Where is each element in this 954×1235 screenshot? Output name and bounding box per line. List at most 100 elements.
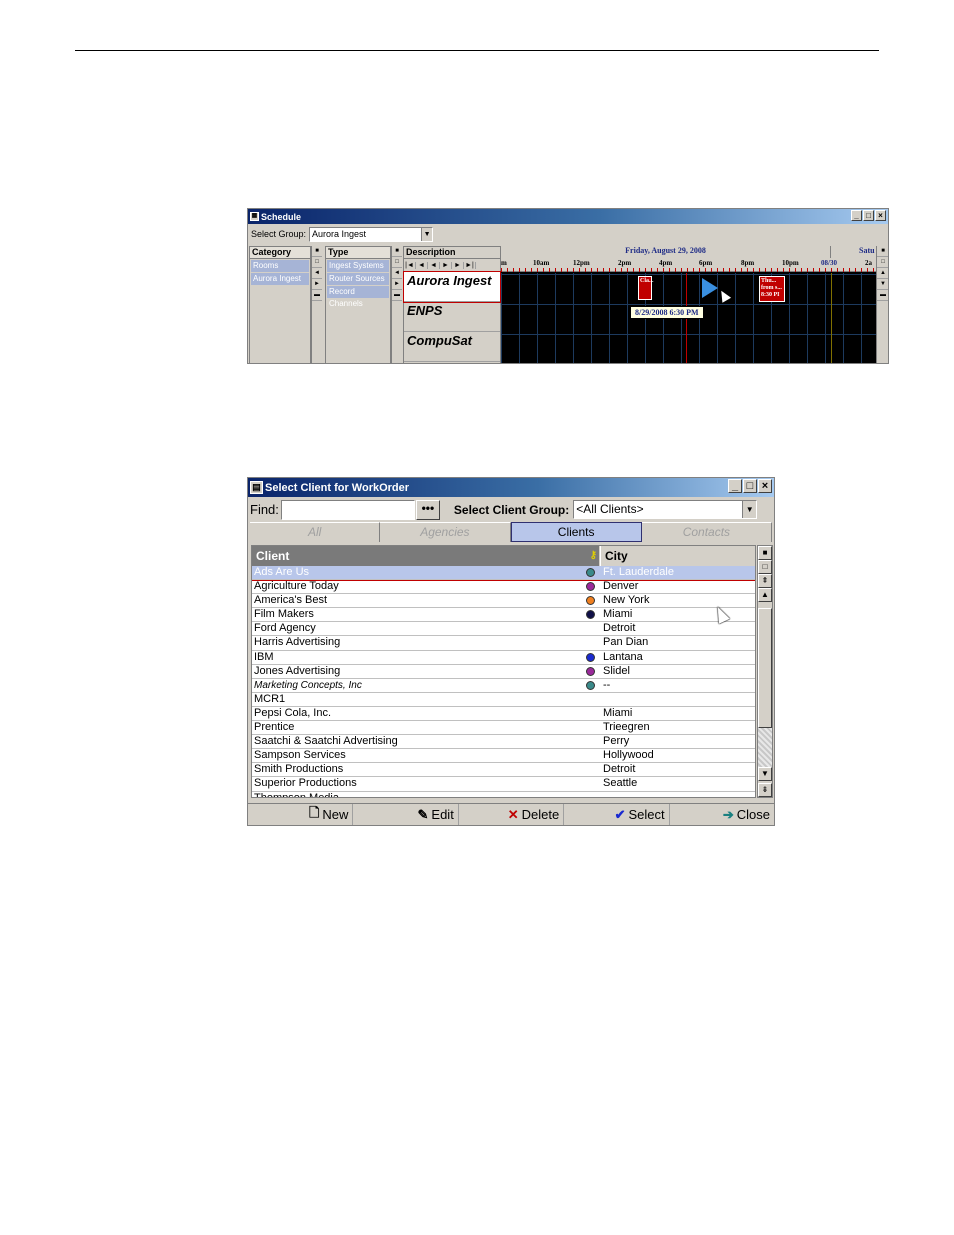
table-row[interactable]: MCR1 bbox=[252, 693, 755, 707]
table-row[interactable]: IBM Lantana bbox=[252, 651, 755, 665]
status-cell bbox=[584, 665, 600, 678]
play-icon[interactable] bbox=[702, 278, 718, 298]
scroll-up-icon[interactable]: ◄ bbox=[312, 268, 322, 279]
scroll-up-icon[interactable]: ▲ bbox=[877, 268, 888, 279]
tick-label: 10am bbox=[533, 259, 550, 267]
maximize-button[interactable]: □ bbox=[743, 479, 757, 493]
scroll-end-icon[interactable]: ▬ bbox=[312, 290, 322, 301]
tab-clients[interactable]: Clients bbox=[510, 522, 642, 542]
timeline[interactable]: Friday, August 29, 2008 Satu m 10am 12pm… bbox=[501, 246, 876, 363]
edit-button[interactable]: ✎ Edit bbox=[353, 804, 459, 825]
minimize-button[interactable]: _ bbox=[728, 479, 742, 493]
scroll-track[interactable] bbox=[758, 728, 772, 768]
category-item[interactable]: Rooms bbox=[251, 260, 309, 272]
client-titlebar[interactable]: ▤ Select Client for WorkOrder _ □ × bbox=[248, 478, 774, 497]
scroll-top-icon[interactable]: ■ bbox=[392, 246, 402, 257]
schedule-event[interactable]: Thu... from s... 8:30 PI bbox=[759, 276, 785, 302]
tick-label: 8pm bbox=[741, 259, 755, 267]
find-input[interactable] bbox=[280, 499, 415, 520]
chevron-down-icon[interactable]: ▼ bbox=[742, 501, 757, 518]
nav-first-icon[interactable]: |◄ bbox=[404, 261, 416, 269]
table-row[interactable]: Superior Productions Seattle bbox=[252, 777, 755, 792]
table-row[interactable]: Ford Agency Detroit bbox=[252, 622, 755, 637]
resource-row[interactable]: CompuSat bbox=[404, 332, 500, 362]
delete-button[interactable]: ✕ Delete bbox=[459, 804, 565, 825]
status-cell bbox=[584, 763, 600, 776]
nav-prev-icon[interactable]: ◄ bbox=[428, 261, 440, 269]
scroll-top-icon[interactable]: ■ bbox=[758, 546, 772, 560]
nav-next-icon[interactable]: ► bbox=[440, 261, 452, 269]
select-button[interactable]: ✔ Select bbox=[564, 804, 670, 825]
table-row[interactable]: Agriculture Today Denver bbox=[252, 580, 755, 595]
scroll-top-icon[interactable]: ■ bbox=[312, 246, 322, 257]
table-row[interactable]: Film Makers Miami bbox=[252, 608, 755, 623]
scroll-thumb[interactable] bbox=[758, 608, 772, 728]
nav-next-page-icon[interactable]: ► bbox=[452, 261, 464, 269]
category-item[interactable]: Aurora Ingest bbox=[251, 273, 309, 285]
close-button[interactable]: × bbox=[758, 479, 772, 493]
tab-agencies[interactable]: Agencies bbox=[380, 522, 511, 542]
type-item[interactable]: Router Sources bbox=[327, 273, 389, 285]
client-group-value: <All Clients> bbox=[576, 502, 644, 516]
column-header-city[interactable]: City bbox=[600, 546, 755, 566]
table-scrollbar[interactable]: ■ □ ⇞ ▲ ▼ ⇟ bbox=[757, 545, 773, 798]
status-cell bbox=[584, 651, 600, 664]
type-item[interactable]: Record Channels bbox=[327, 286, 389, 308]
action-bar: 🗋 New ✎ Edit ✕ Delete ✔ Select ➔ Close bbox=[248, 803, 774, 825]
scroll-first-icon[interactable]: ⇞ bbox=[758, 574, 772, 588]
table-row[interactable]: Saatchi & Saatchi Advertising Perry bbox=[252, 735, 755, 750]
scroll-up-icon[interactable]: ◄ bbox=[392, 268, 402, 279]
type-scrollbar[interactable]: ■ □ ◄ ► ▬ bbox=[391, 246, 402, 363]
resource-row[interactable]: ENPS bbox=[404, 302, 500, 332]
nav-prev-page-icon[interactable]: ◄ bbox=[416, 261, 428, 269]
table-row[interactable]: Ads Are Us Ft. Lauderdale bbox=[252, 564, 755, 582]
client-group-dropdown[interactable]: <All Clients> ▼ bbox=[573, 500, 758, 519]
scroll-down-icon[interactable]: ▼ bbox=[877, 279, 888, 290]
client-name-cell: Agriculture Today bbox=[254, 580, 339, 593]
nav-last-icon[interactable]: ►| bbox=[464, 261, 476, 269]
resource-row[interactable]: Aurora Ingest bbox=[403, 271, 501, 303]
scroll-end-icon[interactable]: ▬ bbox=[392, 290, 402, 301]
scroll-page-up-icon[interactable]: □ bbox=[312, 257, 322, 268]
close-button[interactable]: × bbox=[875, 210, 886, 221]
tab-contacts[interactable]: Contacts bbox=[641, 522, 772, 542]
table-row[interactable]: Harris Advertising Pan Dian bbox=[252, 636, 755, 651]
scroll-page-up-icon[interactable]: □ bbox=[758, 560, 772, 574]
schedule-event[interactable]: Cla... bbox=[638, 276, 654, 300]
new-button[interactable]: 🗋 New bbox=[248, 804, 354, 825]
maximize-button[interactable]: □ bbox=[863, 210, 874, 221]
table-row[interactable]: Jones Advertising Slidel bbox=[252, 665, 755, 679]
scroll-page-up-icon[interactable]: □ bbox=[392, 257, 402, 268]
minimize-button[interactable]: _ bbox=[851, 210, 862, 221]
city-cell bbox=[600, 693, 755, 706]
scroll-up-icon[interactable]: ▲ bbox=[758, 588, 772, 602]
table-row[interactable]: America's Best New York bbox=[252, 594, 755, 609]
tab-all[interactable]: All bbox=[250, 522, 381, 542]
close-dialog-button[interactable]: ➔ Close bbox=[670, 804, 774, 825]
type-item[interactable]: Ingest Systems bbox=[327, 260, 389, 272]
scroll-page-up-icon[interactable]: □ bbox=[877, 257, 888, 268]
scroll-top-icon[interactable]: ■ bbox=[877, 246, 888, 257]
table-row[interactable]: Prentice Trieegren bbox=[252, 721, 755, 736]
category-scrollbar[interactable]: ■ □ ◄ ► ▬ bbox=[311, 246, 322, 363]
scroll-down-icon[interactable]: ► bbox=[392, 279, 402, 290]
description-header: Description bbox=[404, 247, 500, 259]
timeline-scrollbar[interactable]: ■ □ ▲ ▼ ▬ bbox=[876, 246, 888, 363]
city-cell: Pan Dian bbox=[603, 636, 649, 649]
table-row[interactable]: Pepsi Cola, Inc. Miami bbox=[252, 707, 755, 722]
scroll-down-icon[interactable]: ► bbox=[312, 279, 322, 290]
scroll-end-icon[interactable]: ▬ bbox=[877, 290, 888, 301]
status-dot-icon bbox=[586, 680, 595, 690]
schedule-titlebar[interactable]: ▦ Schedule _ □ × bbox=[248, 209, 888, 224]
header-rule bbox=[75, 50, 879, 51]
chevron-down-icon[interactable]: ▼ bbox=[421, 227, 433, 241]
column-header-client[interactable]: Client ⚷ bbox=[252, 546, 600, 566]
browse-button[interactable]: ••• bbox=[415, 499, 440, 520]
scroll-last-icon[interactable]: ⇟ bbox=[758, 783, 772, 797]
table-row[interactable]: Thompson Media bbox=[252, 792, 755, 798]
scroll-down-icon[interactable]: ▼ bbox=[758, 767, 772, 781]
table-row[interactable]: Marketing Concepts, Inc -- bbox=[252, 679, 755, 693]
table-row[interactable]: Smith Productions Detroit bbox=[252, 763, 755, 778]
select-group-dropdown[interactable]: Aurora Ingest ▼ bbox=[309, 226, 434, 242]
table-row[interactable]: Sampson Services Hollywood bbox=[252, 749, 755, 764]
